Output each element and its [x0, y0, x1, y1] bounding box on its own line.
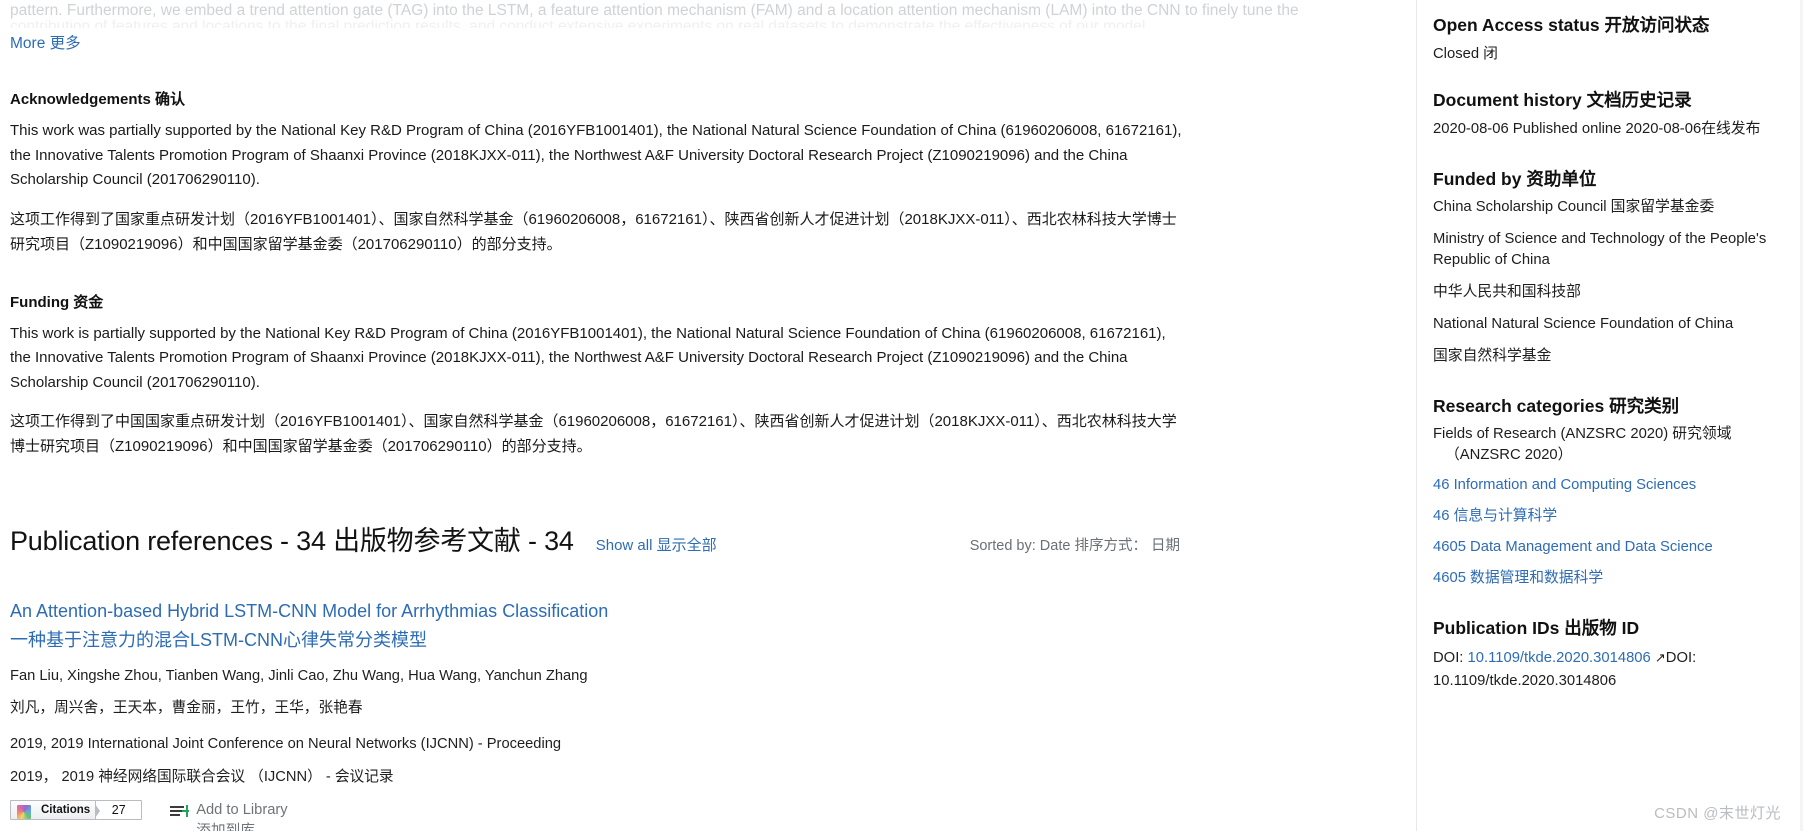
research-category-link[interactable]: 4605 数据管理和数据科学	[1433, 568, 1783, 589]
open-access-status: Closed 闭	[1433, 46, 1498, 62]
research-categories-block: Research categories 研究类别 Fields of Resea…	[1433, 393, 1783, 589]
publication-references-section: Publication references - 34 出版物参考文献 - 34…	[10, 519, 1390, 831]
external-link-icon: ↗	[1654, 650, 1666, 665]
funding-text-en: This work is partially supported by the …	[10, 324, 1166, 391]
main-content: pattern. Furthermore, we embed a trend a…	[0, 0, 1400, 831]
funder-item: China Scholarship Council 国家留学基金委	[1433, 199, 1715, 215]
page-root: pattern. Furthermore, we embed a trend a…	[0, 0, 1803, 831]
fields-of-research-line2: （ANZSRC 2020）	[1445, 447, 1573, 463]
abstract-faded-text: pattern. Furthermore, we embed a trend a…	[10, 2, 1299, 19]
show-all-link[interactable]: Show all 显示全部	[596, 534, 717, 555]
funder-item: National Natural Science Foundation of C…	[1433, 316, 1734, 332]
reference-item: An Attention-based Hybrid LSTM-CNN Model…	[10, 598, 1390, 831]
document-history-block: Document history 文档历史记录 2020-08-06 Publi…	[1433, 87, 1783, 140]
reference-venue-en: 2019, 2019 International Joint Conferenc…	[10, 736, 562, 752]
citations-badge[interactable]: Citations 27	[10, 800, 143, 820]
doi-prefix-label: DOI:	[1433, 650, 1464, 666]
research-category-link[interactable]: 46 Information and Computing Sciences	[1433, 475, 1783, 496]
open-access-block: Open Access status 开放访问状态 Closed 闭	[1433, 12, 1783, 65]
metadata-sidebar: Open Access status 开放访问状态 Closed 闭 Docum…	[1416, 0, 1803, 831]
more-link[interactable]: More 更多	[10, 34, 81, 54]
citations-label-wrap: Citations	[11, 801, 95, 819]
sorted-by-label: Sorted by: Date 排序方式： 日期	[969, 538, 1180, 554]
funder-item: Ministry of Science and Technology of th…	[1433, 231, 1767, 268]
reference-title-cn-link[interactable]: 一种基于注意力的混合LSTM-CNN心律失常分类模型	[10, 627, 1390, 653]
funding-heading: Funding 资金	[10, 293, 104, 311]
funder-item: 国家自然科学基金	[1433, 348, 1552, 364]
references-header: Publication references - 34 出版物参考文献 - 34…	[10, 519, 1390, 558]
references-title: Publication references - 34 出版物参考文献 - 34	[10, 526, 574, 556]
publication-ids-block: Publication IDs 出版物 ID DOI: 10.1109/tkde…	[1433, 615, 1783, 693]
reference-venue-cn: 2019， 2019 神经网络国际联合会议 （IJCNN） - 会议记录	[10, 769, 394, 785]
reference-authors-cn: 刘凡，周兴舍，王天本，曹金丽，王竹，王华，张艳春	[10, 700, 363, 716]
add-to-library-button[interactable]: Add to Library 添加到库	[170, 800, 306, 831]
funded-by-heading: Funded by 资助单位	[1433, 169, 1597, 189]
research-category-link[interactable]: 46 信息与计算科学	[1433, 506, 1783, 527]
doi-line: DOI: 10.1109/tkde.2020.3014806 ↗DOI: 10.…	[1433, 646, 1783, 693]
citations-count: 27	[95, 801, 142, 819]
citations-label: Citations	[41, 804, 91, 816]
fields-of-research-line1: Fields of Research (ANZSRC 2020) 研究领域	[1433, 426, 1732, 442]
reference-authors-en: Fan Liu, Xingshe Zhou, Tianben Wang, Jin…	[10, 668, 588, 684]
doi-suffix-label: DOI:	[1665, 650, 1697, 666]
research-categories-heading: Research categories 研究类别	[1433, 396, 1680, 416]
acknowledgements-text-en: This work was partially supported by the…	[10, 122, 1182, 188]
document-history-heading: Document history 文档历史记录	[1433, 90, 1692, 110]
acknowledgements-text-cn: 这项工作得到了国家重点研发计划（2016YFB1001401）、国家自然科学基金…	[10, 210, 1177, 253]
research-category-link[interactable]: 4605 Data Management and Data Science	[1433, 537, 1783, 558]
reference-title-en-link[interactable]: An Attention-based Hybrid LSTM-CNN Model…	[10, 598, 1390, 624]
funding-section: Funding 资金 This work is partially suppor…	[10, 291, 1390, 460]
funded-by-block: Funded by 资助单位 China Scholarship Council…	[1433, 166, 1783, 367]
funder-item: 中华人民共和国科技部	[1433, 284, 1581, 300]
acknowledgements-heading: Acknowledgements 确认	[10, 91, 186, 108]
fields-of-research-subheading: Fields of Research (ANZSRC 2020) 研究领域 （A…	[1433, 424, 1783, 466]
funding-text-cn: 这项工作得到了中国国家重点研发计划（2016YFB1001401）、国家自然科学…	[10, 413, 1177, 455]
add-to-library-label: Add to Library 添加到库	[196, 802, 288, 831]
abstract-faded-text-2: contribution of features and locations t…	[10, 20, 1390, 28]
watermark: CSDN @末世灯光	[1654, 805, 1781, 822]
doi-plain-value: 10.1109/tkde.2020.3014806	[1433, 673, 1617, 689]
open-access-heading: Open Access status 开放访问状态	[1433, 15, 1710, 35]
doi-link[interactable]: 10.1109/tkde.2020.3014806	[1468, 650, 1651, 666]
reference-actions: Citations 27 Add to Library 添加到库	[10, 800, 1390, 831]
acknowledgements-section: Acknowledgements 确认 This work was partia…	[10, 88, 1390, 257]
document-history-value: 2020-08-06 Published online 2020-08-06在线…	[1433, 121, 1761, 137]
publication-ids-heading: Publication IDs 出版物 ID	[1433, 618, 1640, 638]
add-to-list-icon	[170, 804, 190, 820]
